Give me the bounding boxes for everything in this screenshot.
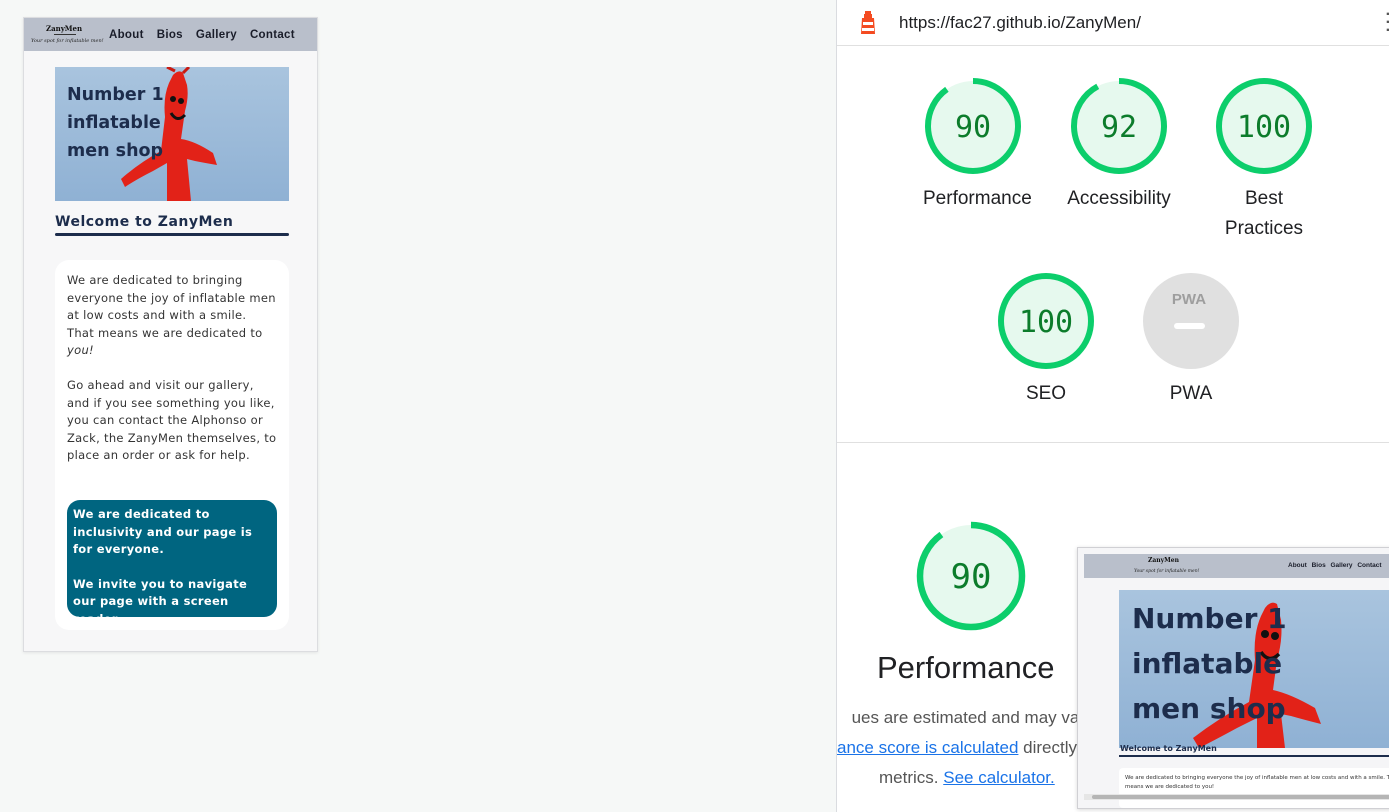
- score-ring-accessibility: 92: [1071, 78, 1167, 174]
- see-calculator-link[interactable]: See calculator.: [943, 768, 1055, 787]
- thumb-nav-gallery: Gallery: [1330, 562, 1353, 569]
- site-nav-links: About Bios Gallery Contact: [109, 29, 295, 41]
- thumb-scrollbar[interactable]: [1084, 794, 1389, 800]
- logo-tagline: Your spot for inflatable men!: [31, 38, 104, 44]
- thumb-hero-image: Number 1 inflatable men shop: [1119, 590, 1389, 748]
- mobile-preview: ZanyMen Your spot for inflatable men! Ab…: [23, 17, 318, 652]
- label-pwa: PWA: [1169, 383, 1213, 404]
- thumb-scrollbar-thumb[interactable]: [1092, 795, 1389, 799]
- label-accessibility: Accessibility: [1067, 188, 1171, 209]
- thumb-logo-name: ZanyMen: [1148, 557, 1179, 564]
- site-navbar: ZanyMen Your spot for inflatable men! Ab…: [24, 18, 317, 51]
- pwa-na-dash: [1174, 323, 1205, 329]
- gauge-best-practices[interactable]: 100 Best Practices: [1214, 76, 1314, 244]
- score-performance-large: 90: [951, 557, 992, 597]
- score-ring-best-practices: 100: [1216, 78, 1312, 174]
- gauge-pwa[interactable]: PWA PWA: [1141, 271, 1241, 409]
- welcome-divider: [55, 233, 289, 236]
- report-url-bar: https://fac27.github.io/ZanyMen/ ···: [837, 0, 1389, 46]
- gauge-seo[interactable]: 100 SEO: [996, 271, 1096, 409]
- logo-underline: [54, 34, 76, 35]
- intro-text-1: We are dedicated to bringing everyone th…: [67, 273, 276, 340]
- thumb-nav-links: About Bios Gallery Contact: [1288, 562, 1382, 569]
- nav-link-contact[interactable]: Contact: [250, 29, 295, 41]
- score-ring-performance: 90: [925, 78, 1021, 174]
- thumb-navbar: ZanyMen Your spot for inflatable men! Ab…: [1084, 554, 1389, 578]
- thumb-welcome-divider: [1119, 755, 1389, 757]
- section-title-performance: Performance: [877, 650, 1055, 685]
- thumb-nav-contact: Contact: [1357, 562, 1382, 569]
- lighthouse-icon: [861, 10, 875, 34]
- intro-card: We are dedicated to bringing everyone th…: [55, 260, 289, 630]
- thumb-nav-bios: Bios: [1311, 562, 1326, 569]
- score-calculation-link[interactable]: ance score is calculated: [837, 738, 1018, 757]
- score-ring-pwa: PWA: [1143, 273, 1239, 369]
- nav-link-gallery[interactable]: Gallery: [196, 29, 237, 41]
- label-seo: SEO: [1025, 383, 1067, 404]
- final-screenshot-thumbnail[interactable]: ZanyMen Your spot for inflatable men! Ab…: [1077, 547, 1389, 809]
- nav-link-bios[interactable]: Bios: [157, 29, 183, 41]
- label-best-practices: Best Practices: [1224, 188, 1304, 239]
- score-ring-performance-large: 90: [916, 521, 1026, 631]
- score-performance: 90: [955, 110, 991, 145]
- report-url[interactable]: https://fac27.github.io/ZanyMen/: [899, 13, 1141, 33]
- logo-name: ZanyMen: [46, 24, 83, 33]
- hero-image: Number 1 inflatable men shop: [55, 67, 289, 201]
- callout-text-1: We are dedicated to inclusivity and our …: [73, 507, 253, 556]
- desc-line-3: metrics. See calculator.: [879, 763, 1055, 793]
- gauge-performance-large: 90: [915, 520, 1027, 632]
- thumb-logo-tagline: Your spot for inflatable men!: [1134, 569, 1200, 574]
- desc-line-2: ance score is calculated directly: [837, 733, 1077, 763]
- intro-paragraph-2: Go ahead and visit our gallery, and if y…: [67, 378, 277, 462]
- gauge-performance[interactable]: 90 Performance: [923, 76, 1032, 214]
- pwa-badge-icon: PWA: [1172, 291, 1206, 308]
- score-best-practices: 100: [1237, 110, 1291, 145]
- thumb-nav-about: About: [1288, 562, 1307, 569]
- score-accessibility: 92: [1101, 110, 1137, 145]
- label-performance: Performance: [923, 188, 1032, 209]
- welcome-heading: Welcome to ZanyMen: [55, 214, 234, 230]
- thumb-intro-text: We are dedicated to bringing everyone th…: [1125, 775, 1389, 790]
- desc-line-1: ues are estimated and may var: [851, 708, 1085, 727]
- section-divider: [837, 442, 1389, 443]
- callout-text-2: We invite you to navigate our page with …: [73, 576, 248, 626]
- thumb-intro-card: We are dedicated to bringing everyone th…: [1119, 768, 1389, 808]
- intro-emphasis: you!: [67, 343, 94, 357]
- intro-paragraph-1: We are dedicated to bringing everyone th…: [67, 272, 277, 360]
- thumb-hero-text: Number 1 inflatable men shop: [1132, 602, 1287, 725]
- score-ring-seo: 100: [998, 273, 1094, 369]
- lighthouse-report: https://fac27.github.io/ZanyMen/ ··· 90 …: [836, 0, 1389, 812]
- site-logo[interactable]: ZanyMen Your spot for inflatable men!: [28, 18, 104, 51]
- score-seo: 100: [1019, 305, 1073, 340]
- thumb-welcome-heading: Welcome to ZanyMen: [1120, 744, 1217, 753]
- desc-line-3-text: metrics.: [879, 768, 944, 787]
- desc-line-2-text: directly: [1018, 738, 1078, 757]
- gauge-accessibility[interactable]: 92 Accessibility: [1067, 76, 1171, 214]
- nav-link-about[interactable]: About: [109, 29, 144, 41]
- accessibility-callout: We are dedicated to inclusivity and our …: [67, 500, 277, 626]
- hero-text: Number 1 inflatable men shop: [67, 85, 164, 161]
